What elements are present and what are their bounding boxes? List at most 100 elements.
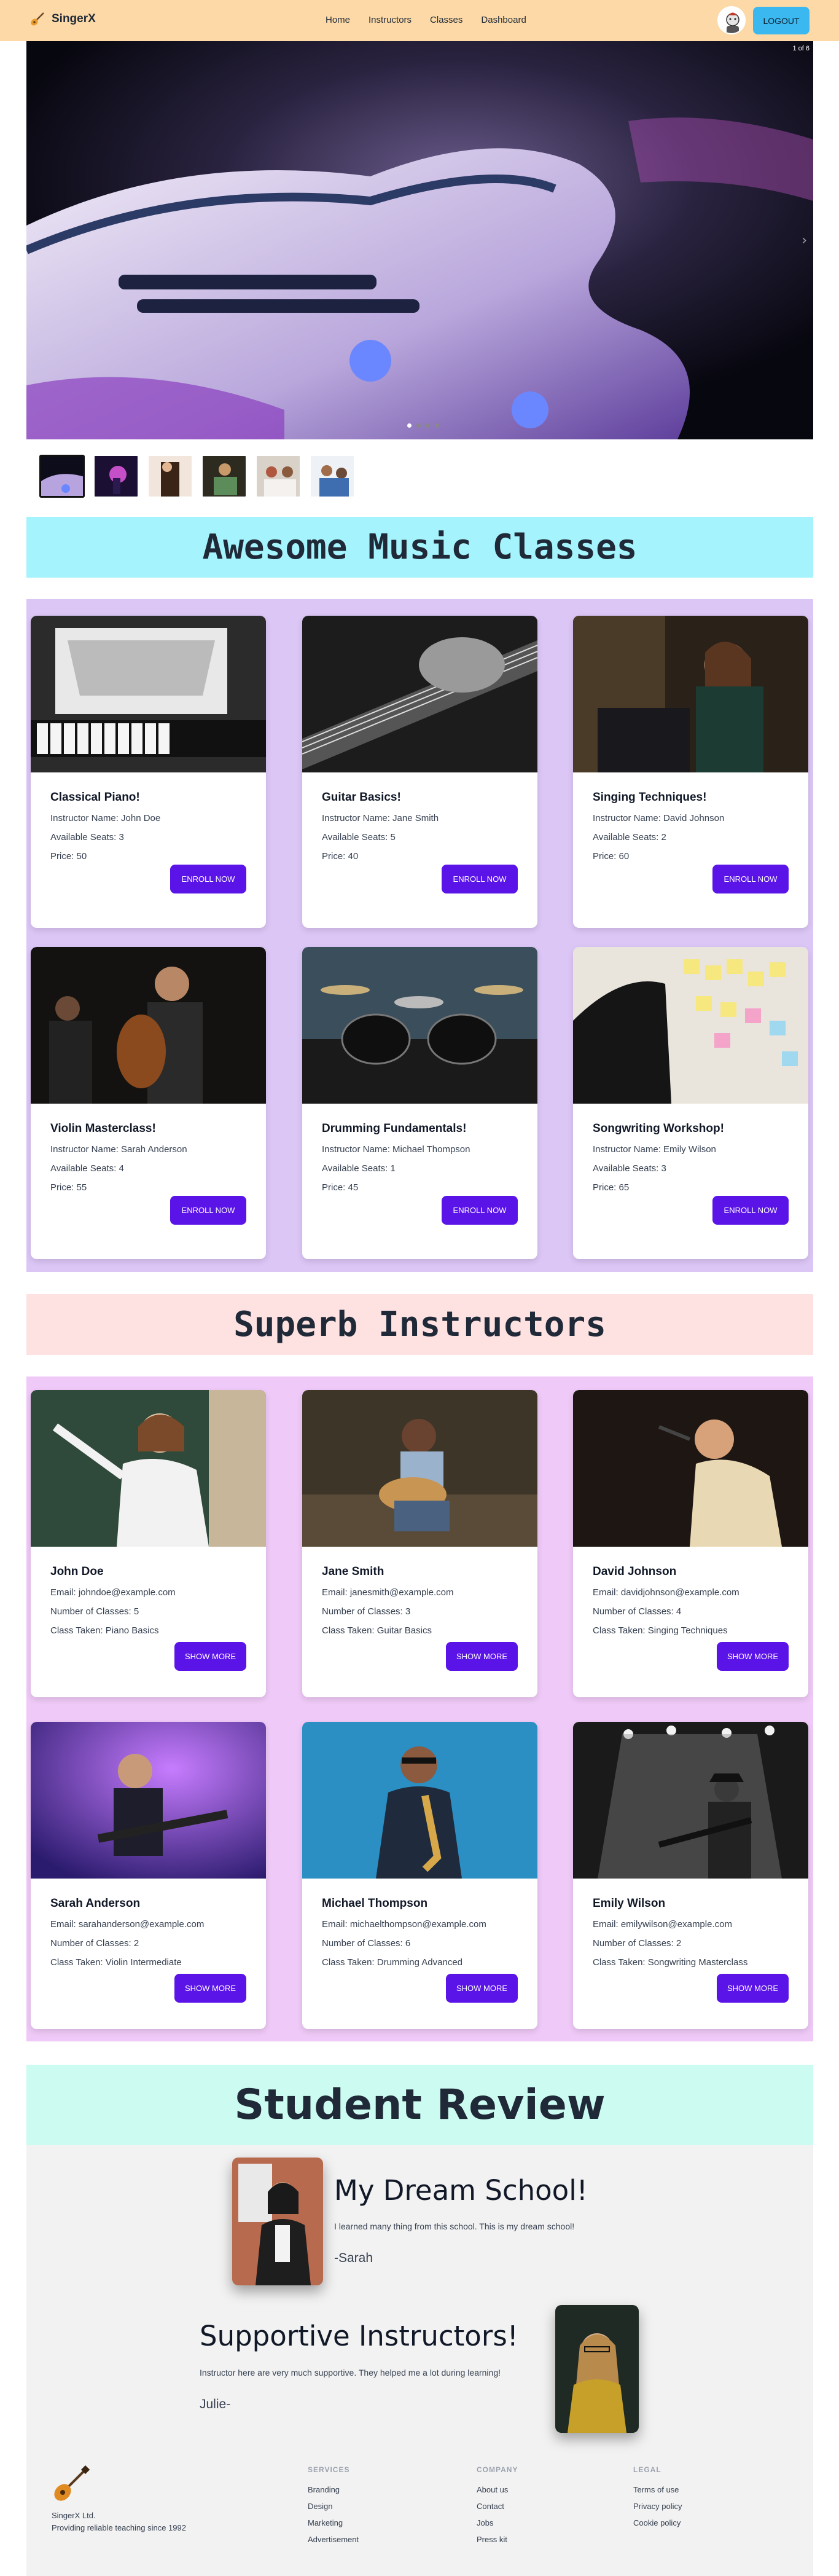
brand[interactable]: SingerX xyxy=(29,11,96,27)
class-instructor: Instructor Name: Emily Wilson xyxy=(593,1144,716,1155)
instructor-class-taken: Class Taken: Guitar Basics xyxy=(322,1625,432,1636)
instructor-classes: Number of Classes: 3 xyxy=(322,1606,411,1617)
instructor-card: David Johnson Email: davidjohnson@exampl… xyxy=(573,1390,808,1697)
class-price: Price: 45 xyxy=(322,1182,359,1193)
instructor-class-taken: Class Taken: Songwriting Masterclass xyxy=(593,1957,748,1968)
footer-link-branding[interactable]: Branding xyxy=(308,2485,359,2494)
enroll-button[interactable]: ENROLL NOW xyxy=(712,865,789,893)
show-more-button[interactable]: SHOW MORE xyxy=(446,1974,518,2003)
review-text-1: I learned many thing from this school. T… xyxy=(334,2221,575,2231)
avatar[interactable] xyxy=(717,6,746,34)
review-author-2: Julie- xyxy=(200,2397,231,2411)
class-instructor: Instructor Name: David Johnson xyxy=(593,813,725,823)
classes-grid: Classical Piano! Instructor Name: John D… xyxy=(26,599,813,1272)
thumbnail-duet[interactable] xyxy=(256,455,301,498)
footer-company: SingerX Ltd. Providing reliable teaching… xyxy=(52,2510,186,2534)
class-price: Price: 55 xyxy=(50,1182,87,1193)
footer-column-title: SERVICES xyxy=(308,2465,350,2474)
show-more-button[interactable]: SHOW MORE xyxy=(446,1642,518,1671)
footer-link-advertisement[interactable]: Advertisement xyxy=(308,2535,359,2544)
instructor-card: Sarah Anderson Email: sarahanderson@exam… xyxy=(31,1722,266,2029)
thumbnail-concert[interactable] xyxy=(93,455,139,498)
footer-link-cookie[interactable]: Cookie policy xyxy=(633,2518,682,2527)
instructor-classes: Number of Classes: 5 xyxy=(50,1606,139,1617)
footer-column-services: SERVICES Branding Design Marketing Adver… xyxy=(308,2465,359,2551)
show-more-button[interactable]: SHOW MORE xyxy=(717,1974,789,2003)
class-title: Songwriting Workshop! xyxy=(593,1122,724,1135)
review-heading-1: My Dream School! xyxy=(334,2174,588,2207)
instructor-card: Jane Smith Email: janesmith@example.com … xyxy=(302,1390,537,1697)
nav-link-dashboard[interactable]: Dashboard xyxy=(481,15,526,25)
class-image-piano xyxy=(31,616,266,772)
guitar-icon xyxy=(54,2465,90,2501)
footer-column-legal: LEGAL Terms of use Privacy policy Cookie… xyxy=(633,2465,682,2535)
instructor-image-michael-thompson xyxy=(302,1722,537,1879)
logout-button[interactable]: LOGOUT xyxy=(753,7,810,34)
instructor-email: Email: emilywilson@example.com xyxy=(593,1919,732,1930)
footer-column-title: LEGAL xyxy=(633,2465,661,2474)
guitar-icon xyxy=(31,12,44,26)
instructor-card: Emily Wilson Email: emilywilson@example.… xyxy=(573,1722,808,2029)
enroll-button[interactable]: ENROLL NOW xyxy=(442,865,518,893)
instructor-card: John Doe Email: johndoe@example.com Numb… xyxy=(31,1390,266,1697)
footer-link-contact[interactable]: Contact xyxy=(477,2502,518,2511)
navbar: SingerX Home Instructors Classes Dashboa… xyxy=(0,0,839,41)
class-price: Price: 60 xyxy=(593,851,630,862)
instructor-image-emily-wilson xyxy=(573,1722,808,1879)
instructor-class-taken: Class Taken: Singing Techniques xyxy=(593,1625,728,1636)
footer-link-design[interactable]: Design xyxy=(308,2502,359,2511)
show-more-button[interactable]: SHOW MORE xyxy=(174,1642,246,1671)
class-seats: Available Seats: 3 xyxy=(593,1163,666,1174)
carousel-dot[interactable] xyxy=(416,423,421,428)
review-banner: Student Review xyxy=(26,2065,813,2145)
hero-guitar-image xyxy=(26,41,813,439)
footer-link-marketing[interactable]: Marketing xyxy=(308,2518,359,2527)
instructor-classes: Number of Classes: 4 xyxy=(593,1606,682,1617)
class-card: Violin Masterclass! Instructor Name: Sar… xyxy=(31,947,266,1259)
review-heading-2: Supportive Instructors! xyxy=(200,2320,518,2352)
enroll-button[interactable]: ENROLL NOW xyxy=(170,865,246,893)
footer-link-terms[interactable]: Terms of use xyxy=(633,2485,682,2494)
carousel-dot[interactable] xyxy=(435,423,439,428)
footer-link-privacy[interactable]: Privacy policy xyxy=(633,2502,682,2511)
review-photo-julie xyxy=(555,2305,639,2433)
instructor-image-david-johnson xyxy=(573,1390,808,1547)
nav-link-home[interactable]: Home xyxy=(326,15,350,25)
review-text-2: Instructor here are very much supportive… xyxy=(200,2368,501,2378)
hero-carousel[interactable]: 1 of 6 › xyxy=(26,41,813,439)
class-instructor: Instructor Name: Sarah Anderson xyxy=(50,1144,187,1155)
class-price: Price: 50 xyxy=(50,851,87,862)
user-avatar-icon xyxy=(719,7,744,33)
show-more-button[interactable]: SHOW MORE xyxy=(717,1642,789,1671)
thumbnail-violin[interactable] xyxy=(147,455,193,498)
carousel-dot[interactable] xyxy=(407,423,412,428)
footer-link-about[interactable]: About us xyxy=(477,2485,518,2494)
carousel-dot[interactable] xyxy=(426,423,430,428)
enroll-button[interactable]: ENROLL NOW xyxy=(170,1196,246,1225)
footer-link-jobs[interactable]: Jobs xyxy=(477,2518,518,2527)
show-more-button[interactable]: SHOW MORE xyxy=(174,1974,246,2003)
footer-company-name: SingerX Ltd. xyxy=(52,2511,96,2520)
class-seats: Available Seats: 1 xyxy=(322,1163,396,1174)
classes-banner: Awesome Music Classes xyxy=(26,517,813,578)
chevron-right-icon[interactable]: › xyxy=(802,233,807,248)
class-card: Classical Piano! Instructor Name: John D… xyxy=(31,616,266,928)
thumbnail-strip xyxy=(39,455,355,498)
thumbnail-band[interactable] xyxy=(310,455,355,498)
class-seats: Available Seats: 4 xyxy=(50,1163,124,1174)
class-seats: Available Seats: 3 xyxy=(50,832,124,842)
nav-link-instructors[interactable]: Instructors xyxy=(369,15,412,25)
nav-link-classes[interactable]: Classes xyxy=(430,15,462,25)
class-image-violin xyxy=(31,947,266,1104)
thumbnail-guitar[interactable] xyxy=(39,455,85,498)
footer-column-company: COMPANY About us Contact Jobs Press kit xyxy=(477,2465,518,2551)
class-instructor: Instructor Name: Michael Thompson xyxy=(322,1144,470,1155)
class-card: Singing Techniques! Instructor Name: Dav… xyxy=(573,616,808,928)
footer-link-press-kit[interactable]: Press kit xyxy=(477,2535,518,2544)
thumbnail-guitarist[interactable] xyxy=(201,455,247,498)
instructors-grid: John Doe Email: johndoe@example.com Numb… xyxy=(26,1376,813,2041)
enroll-button[interactable]: ENROLL NOW xyxy=(712,1196,789,1225)
class-instructor: Instructor Name: Jane Smith xyxy=(322,813,439,823)
enroll-button[interactable]: ENROLL NOW xyxy=(442,1196,518,1225)
instructor-classes: Number of Classes: 2 xyxy=(50,1938,139,1949)
